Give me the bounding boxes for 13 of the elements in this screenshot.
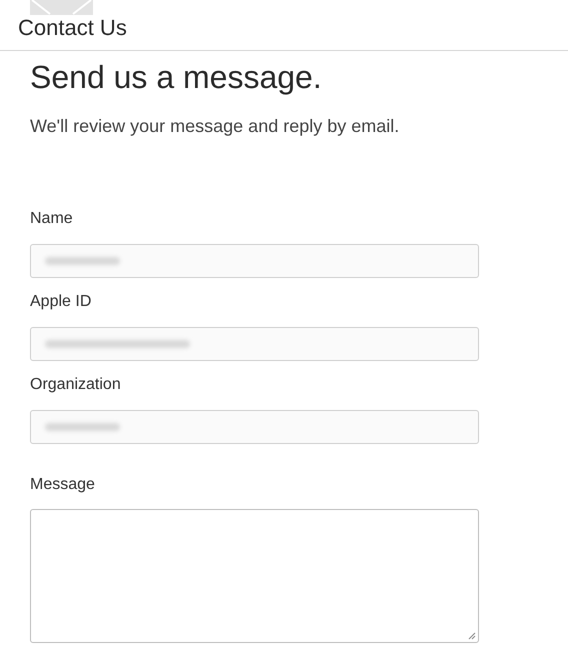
input-field[interactable] <box>30 410 479 444</box>
envelope-icon <box>30 0 93 15</box>
page-title: Contact Us <box>18 14 127 42</box>
heading: Send us a message. <box>30 58 323 97</box>
field-label: Name <box>30 209 74 229</box>
message-textarea[interactable] <box>30 509 479 643</box>
input-field[interactable] <box>30 244 479 278</box>
input-field[interactable] <box>30 327 479 361</box>
subtitle: We'll review your message and reply by email. <box>30 115 400 138</box>
resize-handle-icon <box>468 632 476 640</box>
field-label: Message <box>30 475 96 495</box>
field-label: Apple ID <box>30 292 92 312</box>
field-label: Organization <box>30 375 122 395</box>
